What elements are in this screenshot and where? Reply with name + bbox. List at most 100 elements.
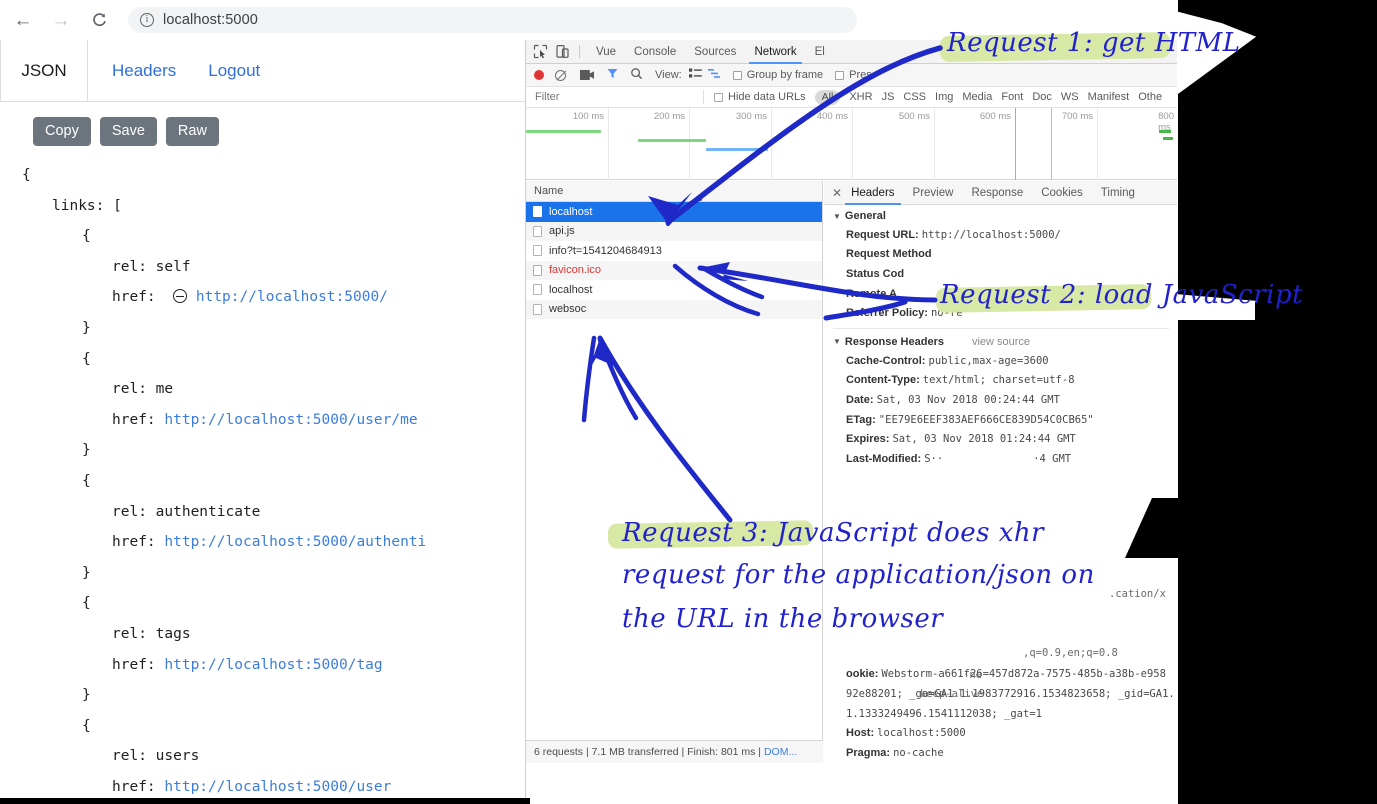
tab-elements[interactable]: El — [806, 40, 834, 64]
partial-header-fragment: keep-alive — [920, 688, 984, 700]
request-row[interactable]: favicon.ico — [526, 260, 822, 280]
request-row[interactable]: localhost — [526, 202, 822, 222]
filter-img[interactable]: Img — [935, 91, 953, 103]
request-name: localhost — [549, 205, 593, 218]
json-key: rel: users — [112, 748, 200, 765]
device-toolbar-icon[interactable] — [555, 44, 570, 59]
tab-timing[interactable]: Timing — [1092, 181, 1144, 205]
header-name: Referrer Policy: — [846, 307, 931, 320]
camera-filmstrip-icon[interactable] — [580, 70, 594, 80]
json-url-link[interactable]: http://localhost:5000/authenti — [164, 534, 426, 550]
response-headers-section-title[interactable]: ▼ Response Headers view source — [824, 331, 1177, 351]
filter-ws[interactable]: WS — [1061, 91, 1079, 103]
request-row[interactable]: localhost — [526, 280, 822, 300]
filter-js[interactable]: JS — [882, 91, 895, 103]
occlusion-bottom-left-corner — [0, 798, 530, 804]
request-type-icon — [533, 264, 542, 276]
request-type-icon — [533, 303, 542, 315]
inspect-element-icon[interactable] — [533, 44, 548, 59]
json-key: rel: self — [112, 258, 191, 275]
json-punct: { — [82, 472, 91, 489]
json-line: } — [0, 680, 530, 711]
json-line: rel: authenticate — [0, 497, 530, 528]
address-bar[interactable]: i localhost:5000 — [128, 7, 857, 33]
view-label: View: — [655, 69, 682, 81]
tab-preview[interactable]: Preview — [904, 181, 963, 205]
preserve-log-checkbox[interactable] — [835, 70, 845, 80]
hide-data-urls-checkbox[interactable] — [714, 92, 723, 102]
tab-sources[interactable]: Sources — [685, 40, 745, 64]
view-source-link[interactable]: view source — [972, 336, 1030, 348]
filter-input[interactable] — [533, 90, 693, 104]
json-key: href: — [112, 778, 156, 795]
filter-font[interactable]: Font — [1001, 91, 1023, 103]
json-url-link[interactable]: http://localhost:5000/user/me — [164, 412, 417, 428]
filter-xhr[interactable]: XHR — [849, 91, 872, 103]
general-header-row: Request Method — [824, 245, 1177, 265]
json-line: href: http://localhost:5000/ — [0, 282, 530, 313]
timeline-gridline — [852, 108, 853, 180]
json-key: links: [ — [52, 197, 122, 214]
save-button[interactable]: Save — [99, 117, 157, 146]
json-line: { — [0, 466, 530, 497]
partial-header-fragment: ,q=0.9,en;q=0.8 — [1023, 647, 1118, 659]
header-value: Webstorm-a661f26=457d872a-7575-485b-a38b… — [881, 668, 1166, 681]
header-name: Pragma: — [846, 746, 894, 759]
info-circle-icon[interactable]: i — [140, 13, 154, 27]
raw-button[interactable]: Raw — [165, 117, 219, 146]
list-view-icon[interactable] — [688, 68, 702, 82]
clear-circle-slash-icon[interactable] — [555, 69, 566, 81]
filter-all-pill[interactable]: All — [814, 89, 841, 105]
copy-button[interactable]: Copy — [33, 117, 91, 146]
timeline-request-bar — [706, 148, 768, 151]
tab-headers-detail[interactable]: Headers — [842, 181, 903, 205]
forward-icon[interactable]: → — [46, 5, 76, 35]
tab-logout[interactable]: Logout — [208, 40, 260, 102]
filter-manifest[interactable]: Manifest — [1088, 91, 1130, 103]
tab-response[interactable]: Response — [962, 181, 1032, 205]
timeline-event-marker — [1051, 108, 1053, 180]
section-divider — [833, 327, 1169, 329]
status-sep-3: | — [755, 746, 764, 758]
filter-css[interactable]: CSS — [903, 91, 926, 103]
tab-console[interactable]: Console — [625, 40, 685, 64]
tab-headers[interactable]: Headers — [112, 40, 176, 102]
request-row[interactable]: info?t=1541204684913 — [526, 241, 822, 261]
timeline-tick-label: 500 ms — [898, 111, 930, 122]
tab-json[interactable]: JSON — [0, 40, 88, 102]
timeline-request-bar — [526, 130, 601, 133]
json-url-link[interactable]: http://localhost:5000/user — [164, 779, 391, 795]
filter-doc[interactable]: Doc — [1032, 91, 1052, 103]
status-dom-link[interactable]: DOM... — [764, 746, 797, 758]
request-list-column-header[interactable]: Name — [526, 181, 822, 202]
tabstrip-divider — [0, 101, 530, 102]
page-tabstrip: JSON Headers Logout — [0, 40, 530, 102]
record-dot-icon[interactable] — [534, 70, 544, 80]
network-timeline-overview[interactable]: 100 ms 200 ms 300 ms 400 ms 500 ms 600 ms 700 … — [526, 108, 1177, 180]
request-type-icon — [533, 284, 542, 296]
tab-network[interactable]: Network — [745, 40, 805, 64]
request-row[interactable]: websoc — [526, 299, 822, 319]
request-list-panel: Name localhost api.js info?t=1541204684913… — [526, 181, 823, 763]
json-url-link[interactable]: http://localhost:5000/tag — [164, 657, 382, 673]
header-name: Last-Modified: — [846, 452, 925, 465]
general-section-title[interactable]: ▼ General — [824, 205, 1177, 225]
request-row[interactable]: api.js — [526, 221, 822, 241]
filter-other[interactable]: Othe — [1138, 91, 1162, 103]
reload-icon[interactable] — [84, 5, 114, 35]
json-url-link[interactable]: http://localhost:5000/ — [196, 289, 388, 305]
filter-media[interactable]: Media — [962, 91, 992, 103]
collapse-minus-icon[interactable] — [173, 289, 188, 304]
magnifier-icon[interactable] — [630, 67, 643, 83]
request-header-rows: ookie: Webstorm-a661f26=457d872a-7575-48… — [824, 665, 1177, 763]
back-icon[interactable]: ← — [8, 5, 38, 35]
response-header-row: Content-Type: text/html; charset=utf-8 — [824, 371, 1177, 391]
json-toolbar: Copy Save Raw — [33, 117, 219, 146]
tab-vue[interactable]: Vue — [587, 40, 625, 64]
group-by-frame-checkbox[interactable] — [732, 70, 742, 80]
close-icon[interactable]: ✕ — [832, 186, 842, 200]
waterfall-view-icon[interactable] — [707, 68, 721, 82]
tab-cookies[interactable]: Cookies — [1032, 181, 1092, 205]
funnel-icon[interactable] — [606, 67, 619, 83]
header-value: Sat, 03 Nov 2018 00:24:44 GMT — [876, 393, 1060, 406]
